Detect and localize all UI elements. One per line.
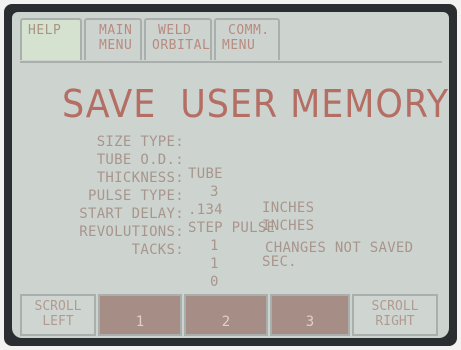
softkey-3[interactable]: 3: [270, 294, 350, 336]
scroll-right-softkey[interactable]: SCROLL RIGHT: [352, 294, 438, 336]
help-softkey[interactable]: HELP: [20, 18, 82, 60]
comm-menu-softkey-line2: MENU: [222, 38, 256, 53]
param-value: .134: [188, 202, 223, 218]
param-row-thickness: THICKNESS: .134 INCHES: [12, 170, 314, 234]
page-title: SAVE USER MEMORY: [62, 82, 449, 126]
lcd-screen: HELP MAIN MENU WELD ORBITAL COMM. MENU S…: [12, 12, 449, 338]
param-row-revolutions: REVOLUTIONS: 1: [12, 224, 218, 272]
comm-menu-softkey[interactable]: COMM. MENU: [214, 18, 280, 60]
comm-menu-softkey-line1: COMM.: [228, 23, 270, 38]
param-label: THICKNESS:: [96, 170, 184, 186]
param-label: START DELAY:: [79, 206, 184, 222]
status-message: CHANGES NOT SAVED: [265, 240, 414, 256]
scroll-left-line2: LEFT: [42, 314, 74, 329]
softkey-3-label: 3: [305, 314, 315, 330]
param-value: 1: [210, 256, 219, 272]
param-row-tacks: TACKS: 0: [12, 242, 219, 290]
param-value: STEP PULSE: [188, 220, 276, 236]
scroll-left-softkey[interactable]: SCROLL LEFT: [20, 294, 96, 336]
param-row-size-type: SIZE TYPE: TUBE: [12, 134, 223, 182]
softkey-2[interactable]: 2: [184, 294, 268, 336]
main-menu-softkey-line1: MAIN: [99, 23, 133, 38]
softkey-1[interactable]: 1: [98, 294, 182, 336]
main-menu-softkey[interactable]: MAIN MENU: [84, 18, 142, 60]
bottom-softkey-bar: SCROLL LEFT 1 2 3 SCROLL RIGHT: [20, 294, 442, 336]
param-row-tube-od: TUBE O.D.: 3 INCHES: [12, 152, 314, 216]
param-label: REVOLUTIONS:: [79, 224, 184, 240]
param-label: SIZE TYPE:: [96, 134, 184, 150]
weld-orbital-softkey[interactable]: WELD ORBITAL: [144, 18, 212, 60]
top-softkey-bar: HELP MAIN MENU WELD ORBITAL COMM. MENU: [20, 18, 282, 62]
help-softkey-label: HELP: [28, 23, 62, 38]
param-value: 3: [210, 184, 219, 200]
softkey-2-label: 2: [221, 314, 231, 330]
param-value: 1: [210, 238, 219, 254]
param-unit: SEC.: [262, 254, 297, 270]
softkey-1-label: 1: [135, 314, 145, 330]
param-label: TUBE O.D.:: [96, 152, 184, 168]
main-menu-softkey-line2: MENU: [99, 38, 133, 53]
param-value: 0: [210, 274, 219, 290]
param-label: PULSE TYPE:: [87, 188, 184, 204]
top-divider: [20, 61, 442, 63]
weld-orbital-softkey-line2: ORBITAL: [152, 38, 211, 53]
param-unit: INCHES: [262, 200, 315, 216]
scroll-right-line1: SCROLL: [371, 299, 419, 314]
param-value: TUBE: [188, 166, 223, 182]
scroll-left-line1: SCROLL: [34, 299, 82, 314]
param-row-start-delay: START DELAY: 1 SEC.: [12, 206, 296, 270]
param-label: TACKS:: [131, 242, 184, 258]
param-row-pulse-type: PULSE TYPE: STEP PULSE: [12, 188, 275, 236]
weld-orbital-softkey-line1: WELD: [158, 23, 192, 38]
scroll-right-line2: RIGHT: [375, 314, 415, 329]
